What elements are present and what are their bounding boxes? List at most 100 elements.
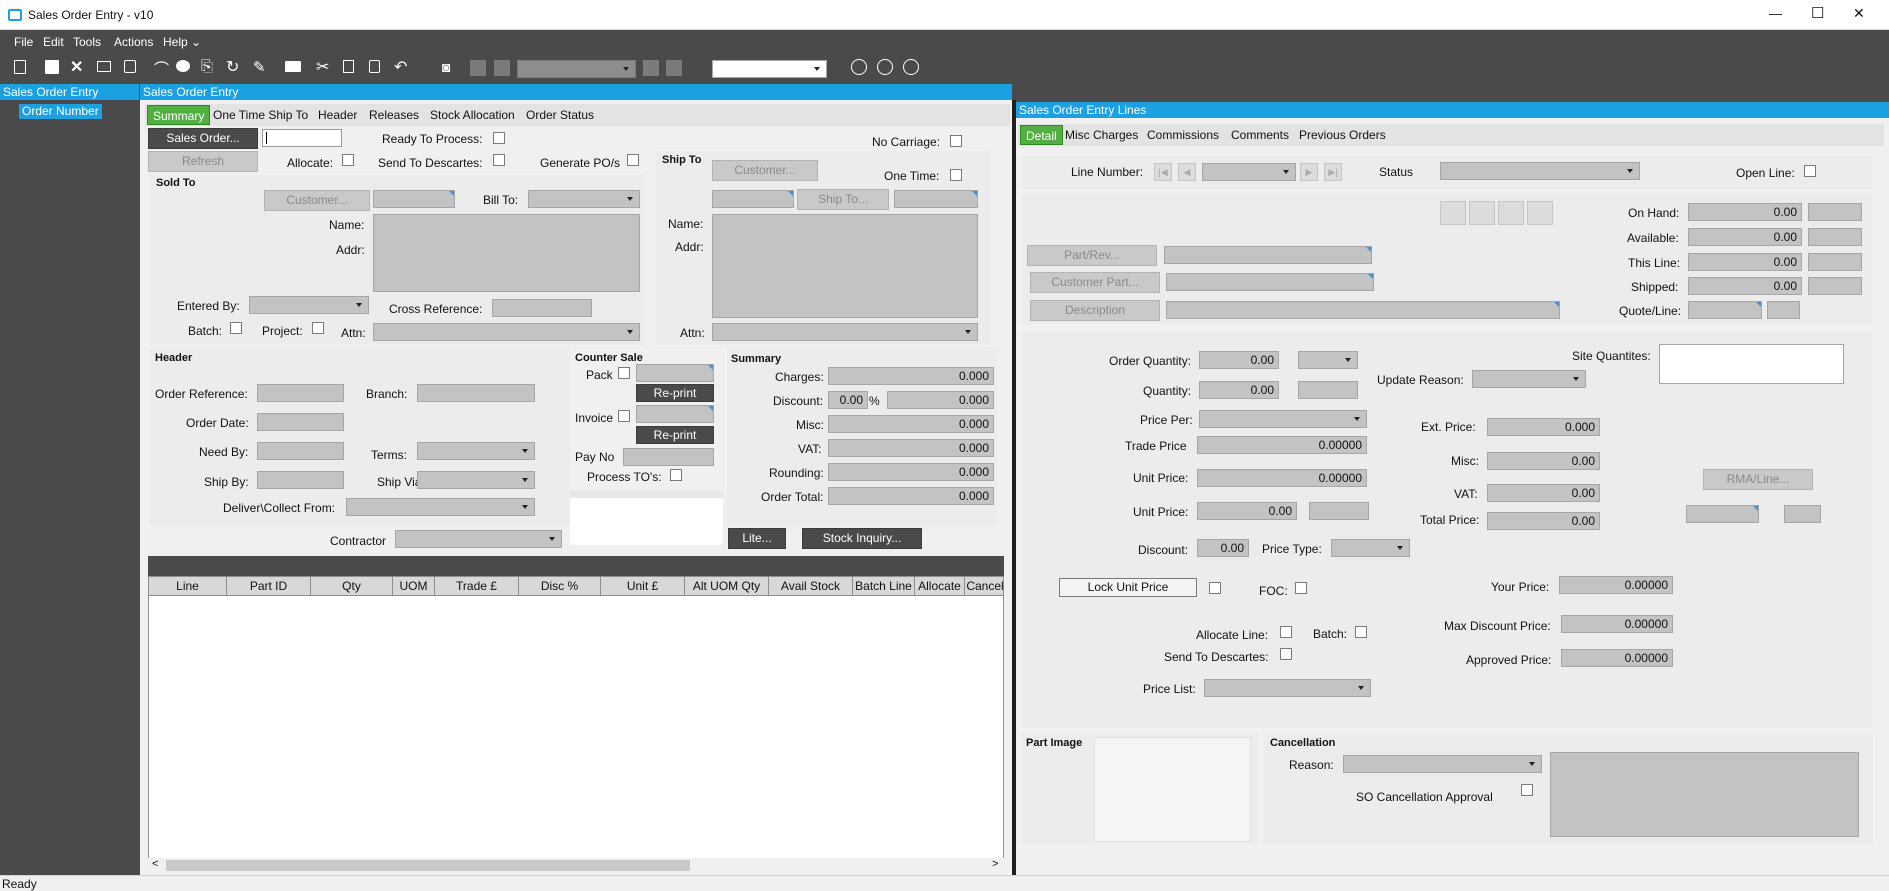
record-selector[interactable] xyxy=(517,60,636,78)
move-down-icon[interactable] xyxy=(1527,201,1553,225)
allocate-line-checkbox[interactable] xyxy=(1280,626,1292,638)
discount-percent[interactable]: 0.00 xyxy=(828,391,868,409)
cross-reference-input[interactable] xyxy=(492,299,592,317)
tab-previous-orders[interactable]: Previous Orders xyxy=(1294,125,1391,145)
scroll-right-icon[interactable]: > xyxy=(992,858,998,870)
attach-icon[interactable]: ⎘ xyxy=(201,58,213,75)
ship-to-id[interactable] xyxy=(894,190,978,208)
bill-to-dropdown[interactable] xyxy=(528,190,640,208)
maximize-button[interactable]: ☐ xyxy=(1811,4,1824,22)
invoice-reprint-button[interactable]: Re-print xyxy=(636,426,714,444)
branch-input[interactable] xyxy=(417,384,535,402)
back-icon[interactable] xyxy=(851,59,867,75)
so-cancellation-approval-checkbox[interactable] xyxy=(1521,784,1533,796)
print-icon[interactable] xyxy=(285,61,301,72)
price-per-dropdown[interactable] xyxy=(1199,410,1367,428)
quote-input[interactable] xyxy=(1688,301,1762,319)
reason-dropdown[interactable] xyxy=(1343,755,1542,773)
forward-icon[interactable] xyxy=(877,59,893,75)
send-to-descartes-checkbox[interactable] xyxy=(493,154,505,166)
paste-icon[interactable] xyxy=(369,60,380,73)
rma-line-button[interactable]: RMA/Line... xyxy=(1703,469,1813,490)
ship-by-input[interactable] xyxy=(257,471,344,489)
move-up-icon[interactable] xyxy=(1440,201,1466,225)
contractor-dropdown[interactable] xyxy=(395,530,562,548)
line-prev-icon[interactable]: ◀ xyxy=(1178,163,1196,181)
sold-to-attn-dropdown[interactable] xyxy=(373,323,640,341)
line-first-icon[interactable]: |◀ xyxy=(1154,163,1172,181)
clear-icon[interactable]: ✎ xyxy=(253,58,266,76)
col-line[interactable]: Line xyxy=(149,577,227,595)
customer-part-input[interactable] xyxy=(1166,273,1374,291)
col-qty[interactable]: Qty xyxy=(311,577,393,595)
grid-body[interactable] xyxy=(148,596,1004,858)
lock-unit-price-button[interactable]: Lock Unit Price xyxy=(1059,578,1197,597)
next-record-icon[interactable] xyxy=(643,60,659,76)
line-next-icon[interactable]: ▶ xyxy=(1300,163,1318,181)
project-checkbox[interactable] xyxy=(312,322,324,334)
col-allocate[interactable]: Allocate xyxy=(915,577,965,595)
undo-icon[interactable]: ↶ xyxy=(394,57,407,77)
status-dropdown[interactable] xyxy=(1440,162,1640,180)
process-tos-checkbox[interactable] xyxy=(670,469,682,481)
menu-help[interactable]: Help ⌄ xyxy=(163,35,201,49)
col-cancel[interactable]: Cancel xyxy=(965,577,1005,595)
grid-scrollbar[interactable]: < > xyxy=(148,858,1004,873)
update-reason-dropdown[interactable] xyxy=(1472,370,1586,388)
col-alt-uom-qty[interactable]: Alt UOM Qty xyxy=(685,577,769,595)
quantity-value[interactable]: 0.00 xyxy=(1199,381,1279,399)
rma-input[interactable] xyxy=(1686,505,1759,523)
delete-icon[interactable]: ✕ xyxy=(70,57,83,77)
order-quantity-value[interactable]: 0.00 xyxy=(1199,351,1279,369)
send-to-descartes-line-checkbox[interactable] xyxy=(1280,648,1292,660)
note-icon[interactable] xyxy=(124,60,136,73)
ship-to-address-box[interactable] xyxy=(712,214,978,318)
discount-line-value[interactable]: 0.00 xyxy=(1197,539,1249,557)
ship-to-button[interactable]: Ship To... xyxy=(797,189,889,210)
pay-no-input[interactable] xyxy=(623,448,714,466)
open-line-checkbox[interactable] xyxy=(1804,165,1816,177)
invoice-checkbox[interactable] xyxy=(618,410,630,422)
ship-to-customer-button[interactable]: Customer... xyxy=(712,160,818,181)
cut-icon[interactable]: ✂ xyxy=(316,57,329,77)
sold-to-customer-id[interactable] xyxy=(373,190,455,208)
part-rev-input[interactable] xyxy=(1164,246,1372,264)
menu-file[interactable]: File xyxy=(14,35,33,49)
terms-dropdown[interactable] xyxy=(417,442,535,460)
binoculars-icon[interactable]: ◙ xyxy=(442,59,450,75)
generate-pos-checkbox[interactable] xyxy=(627,154,639,166)
menu-edit[interactable]: Edit xyxy=(43,35,64,49)
ship-to-customer-id[interactable] xyxy=(712,190,794,208)
col-disc[interactable]: Disc % xyxy=(519,577,601,595)
rma-line-input[interactable] xyxy=(1784,505,1821,523)
lock-unit-price-checkbox[interactable] xyxy=(1209,582,1221,594)
quote-line-input[interactable] xyxy=(1767,301,1800,319)
stock-inquiry-button[interactable]: Stock Inquiry... xyxy=(802,528,922,549)
deliver-from-dropdown[interactable] xyxy=(346,498,535,516)
unit-price-value[interactable]: 0.00000 xyxy=(1197,469,1367,487)
tab-comments[interactable]: Comments xyxy=(1226,125,1294,145)
new-icon[interactable] xyxy=(14,60,26,74)
prev-record-icon[interactable] xyxy=(494,60,510,76)
close-button[interactable]: ✕ xyxy=(1853,5,1865,22)
stop-icon[interactable] xyxy=(903,59,919,75)
move-bottom-icon[interactable] xyxy=(1498,201,1524,225)
tab-order-status[interactable]: Order Status xyxy=(521,105,599,125)
order-date-input[interactable] xyxy=(257,413,344,431)
pack-input[interactable] xyxy=(636,364,714,382)
tab-releases[interactable]: Releases xyxy=(364,105,424,125)
refresh-button[interactable]: Refresh xyxy=(148,151,258,172)
last-record-icon[interactable] xyxy=(666,60,682,76)
one-time-checkbox[interactable] xyxy=(950,169,962,181)
col-avail-stock[interactable]: Avail Stock xyxy=(769,577,853,595)
need-by-input[interactable] xyxy=(257,442,344,460)
ready-to-process-checkbox[interactable] xyxy=(493,132,505,144)
sales-order-button[interactable]: Sales Order... xyxy=(148,128,258,149)
invoice-input[interactable] xyxy=(636,405,714,423)
tab-stock-allocation[interactable]: Stock Allocation xyxy=(425,105,520,125)
save-icon[interactable] xyxy=(45,60,59,74)
col-batch-line[interactable]: Batch Line xyxy=(853,577,915,595)
description-input[interactable] xyxy=(1166,301,1560,319)
menu-tools[interactable]: Tools xyxy=(73,35,101,49)
allocate-checkbox[interactable] xyxy=(342,154,354,166)
